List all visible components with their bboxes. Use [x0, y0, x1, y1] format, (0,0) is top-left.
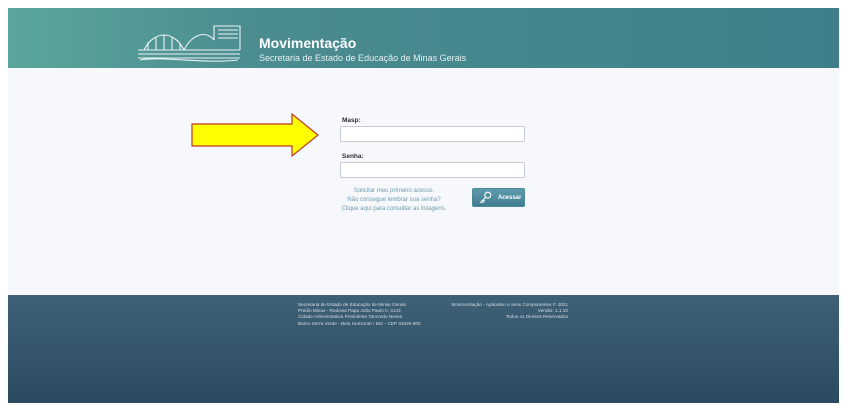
masp-input[interactable] — [340, 126, 525, 142]
forgot-password-link[interactable]: Não consegue lembrar sua senha? — [332, 196, 456, 205]
page: Movimentação Secretaria de Estado de Edu… — [0, 0, 847, 411]
app-title: Movimentação — [259, 35, 357, 51]
masp-label: Masp: — [342, 117, 361, 124]
header-bar: Movimentação Secretaria de Estado de Edu… — [8, 8, 839, 68]
building-logo-icon — [138, 25, 241, 62]
footer-line: Todos os Direitos Reservados — [505, 314, 568, 320]
login-area — [8, 68, 839, 295]
footer: Secretaria de Estado de Educação de Mina… — [8, 295, 839, 403]
app-subtitle: Secretaria de Estado de Educação de Mina… — [259, 53, 467, 63]
yellow-arrow-icon — [191, 113, 319, 157]
help-links: Solicitar meu primeiro acesso. Não conse… — [332, 187, 456, 214]
senha-label: Senha: — [342, 153, 364, 160]
key-icon — [479, 191, 492, 204]
senha-input[interactable] — [340, 162, 525, 178]
footer-address: Secretaria de Estado de Educação de Mina… — [298, 302, 421, 327]
access-button-label: Acessar — [498, 194, 522, 201]
first-access-link[interactable]: Solicitar meu primeiro acesso. — [332, 187, 456, 196]
footer-line: Bairro Serra Verde - Belo Horizonte / MG… — [298, 320, 421, 326]
listing-link[interactable]: Clique aqui para consultar as listagens. — [332, 205, 456, 214]
footer-copyright: Movimentação - Aplicativo e seus Compone… — [428, 302, 568, 321]
access-button[interactable]: Acessar — [472, 188, 525, 207]
